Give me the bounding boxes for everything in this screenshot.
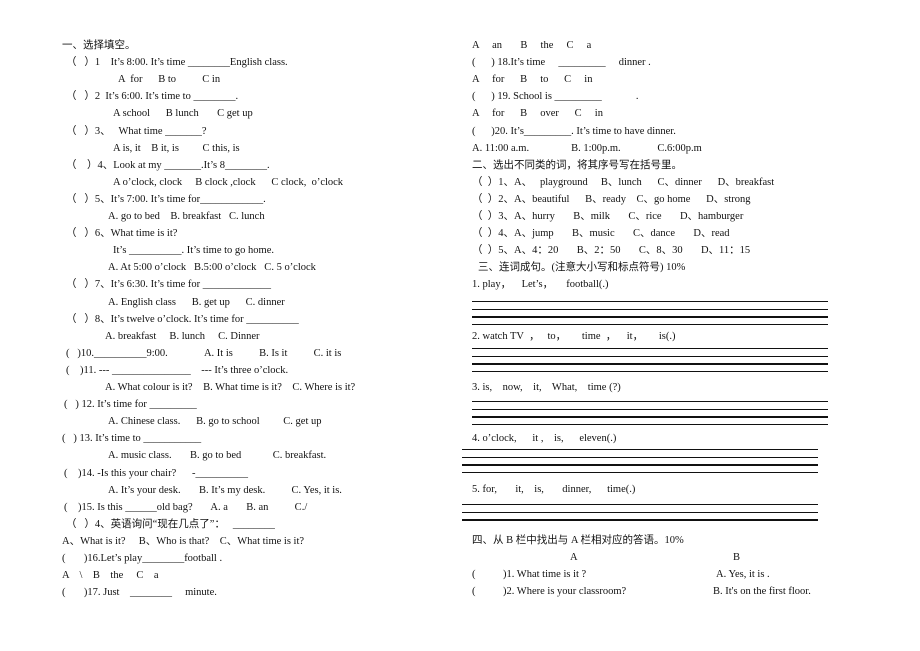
section-title: 四、从 B 栏中找出与 A 栏相对应的答语。10% (472, 535, 684, 546)
question-line: A. At 5:00 o’clock B.5:00 o’clock C. 5 o… (108, 262, 316, 274)
answer-line (472, 309, 828, 310)
question-line: （ ）4、A、jump B、music C、dance D、read (472, 228, 730, 240)
question-line: （ ）4、英语询问“现在几点了”： ________ (66, 518, 275, 530)
answer-bracket: ( (472, 586, 476, 597)
question-line: A o’clock, clock B clock ,clock C clock,… (113, 176, 344, 188)
sentence-item: 5. for, it, is, dinner, time(.) (472, 484, 636, 495)
question-line: ( )17. Just ________ minute. (62, 587, 217, 599)
question-line: A for B to C in (472, 74, 593, 86)
question-line: ( )11. --- _______________ --- It’s thre… (66, 364, 289, 376)
question-line: （ ）7、It’s 6:30. It’s time for __________… (66, 279, 272, 291)
question-line: ( )16.Let’s play________football . (62, 553, 223, 564)
question-line: A. 11:00 a.m. B. 1:00p.m. C.6:00p.m (472, 142, 702, 154)
answer-line (472, 316, 828, 318)
match-question: )2. Where is your classroom? (503, 586, 627, 597)
answer-line (462, 457, 818, 458)
answer-line (462, 512, 818, 513)
answer-line (472, 356, 828, 357)
question-line: A. go to bed B. breakfast C. lunch (108, 211, 265, 222)
question-line: （ ）3、A、hurry B、milk C、rice D、hamburger (472, 211, 744, 222)
question-line: A. Chinese class. B. go to school C. get… (108, 416, 322, 428)
question-line: ( )10.__________9:00. A. It is B. Is it … (66, 347, 342, 359)
match-question: )1. What time is it ? (503, 569, 587, 580)
question-line: （ ）6、What time is it? (66, 228, 178, 240)
answer-line (472, 348, 828, 349)
question-line: ( ) 18.It’s time _________ dinner . (472, 57, 651, 69)
question-line: ( ) 12. It’s time for _________ (64, 399, 197, 411)
answer-line (462, 472, 818, 473)
answer-line (462, 464, 818, 466)
answer-line (472, 401, 828, 402)
question-line: （ ）2 It’s 6:00. It’s time to ________. (66, 91, 239, 103)
answer-line (462, 504, 818, 505)
question-line: It’s __________. It’s time to go home. (113, 245, 274, 257)
question-line: A for B over C in (472, 108, 603, 120)
question-line: A. What colour is it? B. What time is it… (105, 382, 356, 393)
section-title: 三、连词成句。(注意大小写和标点符号) 10% (478, 262, 686, 273)
question-line: A school B lunch C get up (113, 108, 253, 120)
match-answer: B. It's on the first floor. (713, 586, 811, 597)
column-header-a: A (570, 552, 578, 563)
question-line: ( ) 13. It’s time to ___________ (62, 433, 202, 445)
sentence-item: 1. play， Let’s， football(.) (472, 279, 609, 290)
question-line: A is, it B it, is C this, is (113, 142, 240, 154)
column-header-b: B (733, 552, 741, 563)
question-line: （ ）1、A、 playground B、lunch C、dinner D、br… (472, 176, 775, 188)
answer-line (472, 424, 828, 425)
question-line: A. breakfast B. lunch C. Dinner (105, 330, 260, 342)
sentence-item: 2. watch TV ， to， time ， it， is(.) (472, 331, 676, 342)
question-line: （ ）3、 What time _______? (66, 125, 207, 137)
question-line: A for B to C in (118, 74, 221, 86)
answer-line (472, 324, 828, 325)
answer-line (472, 409, 828, 410)
answer-line (462, 449, 818, 450)
section-title: 一、选择填空。 (62, 40, 136, 51)
question-line: （ ）8、It’s twelve o’clock. It’s time for … (66, 313, 299, 325)
question-line: （ ）5、A、4：20 B、2：50 C、8、30 D、11：15 (472, 245, 751, 257)
sentence-item: 4. o’clock, it , is, eleven(.) (472, 433, 617, 444)
question-line: A. music class. B. go to bed C. breakfas… (108, 450, 327, 462)
question-line: （ ）1 It’s 8:00. It’s time ________Englis… (66, 57, 288, 69)
answer-line (472, 416, 828, 418)
question-line: （ ）4、Look at my _______.It’s 8________. (66, 159, 270, 171)
question-line: ( )15. Is this ______old bag? A. a B. an… (64, 501, 308, 513)
question-line: ( )14. -Is this your chair? -__________ (64, 467, 249, 479)
section-title: 二、选出不同类的词，将其序号写在括号里。 (472, 159, 682, 171)
answer-line (462, 519, 818, 521)
question-line: （ ）5、It’s 7:00. It’s time for___________… (66, 193, 266, 205)
answer-bracket: ( (472, 569, 476, 580)
question-line: A an B the C a (472, 40, 592, 51)
question-line: （ ）2、A、beautiful B、ready C、go home D、str… (472, 193, 751, 205)
answer-line (472, 371, 828, 372)
answer-line (472, 301, 828, 302)
question-line: ( )20. It’s_________. It’s time to have … (472, 125, 676, 137)
sentence-item: 3. is, now, it, What, time (?) (472, 382, 621, 393)
match-answer: A. Yes, it is . (716, 569, 770, 580)
question-line: A、What is it? B、Who is that? C、What time… (62, 535, 305, 547)
question-line: A \ B the C a (62, 570, 159, 582)
question-line: A. It’s your desk. B. It’s my desk. C. Y… (108, 484, 342, 496)
question-line: A. English class B. get up C. dinner (108, 296, 285, 308)
question-line: ( ) 19. School is _________ . (472, 91, 639, 103)
answer-line (472, 363, 828, 365)
